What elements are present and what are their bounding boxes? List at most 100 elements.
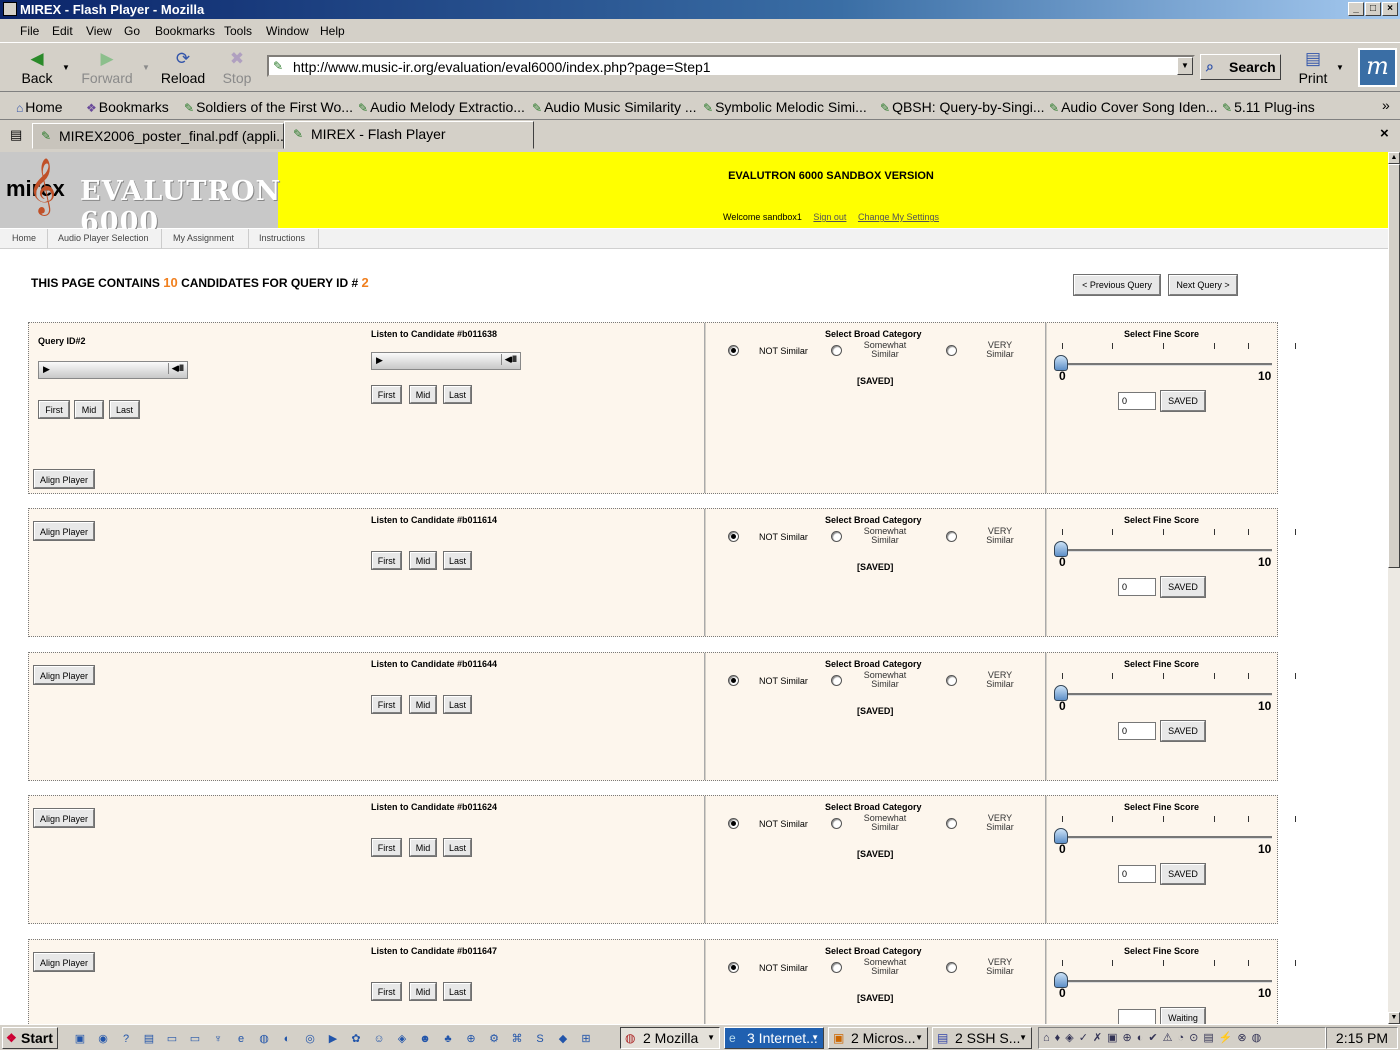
candidate-last-button[interactable]: Last bbox=[443, 695, 472, 714]
fine-score-slider[interactable]: 0 10 bbox=[1054, 529, 1296, 569]
quicklaunch-app2-icon[interactable]: ◐ bbox=[279, 1031, 295, 1047]
play-icon[interactable]: ▶ bbox=[43, 364, 50, 375]
url-input[interactable]: ✎ http://www.music-ir.org/evaluation/eva… bbox=[267, 55, 1195, 77]
menu-edit[interactable]: Edit bbox=[52, 24, 73, 38]
back-dropdown-icon[interactable]: ▼ bbox=[62, 63, 70, 72]
fine-score-input[interactable]: 0 bbox=[1118, 578, 1156, 596]
scroll-up-icon[interactable]: ▲ bbox=[1388, 152, 1400, 164]
candidate-mid-button[interactable]: Mid bbox=[409, 838, 437, 857]
next-query-button[interactable]: Next Query > bbox=[1168, 274, 1238, 296]
quicklaunch-app6-icon[interactable]: ☻ bbox=[417, 1031, 433, 1047]
fine-score-slider[interactable]: 0 10 bbox=[1054, 343, 1296, 383]
quicklaunch-folder-icon[interactable]: ▭ bbox=[164, 1031, 180, 1047]
candidate-first-button[interactable]: First bbox=[371, 551, 402, 570]
very-similar-radio[interactable] bbox=[946, 675, 957, 686]
align-player-button[interactable]: Align Player bbox=[33, 952, 95, 972]
quicklaunch-tool-icon[interactable]: ♆ bbox=[210, 1031, 226, 1047]
not-similar-radio[interactable] bbox=[728, 345, 739, 356]
volume-icon[interactable]: ◀ıllll bbox=[500, 354, 517, 365]
not-similar-radio[interactable] bbox=[728, 962, 739, 973]
bookmark-symbolic-melodic[interactable]: ✎ Symbolic Melodic Simi... bbox=[703, 99, 867, 115]
align-player-button[interactable]: Align Player bbox=[33, 665, 95, 685]
nav-audio-player-selection[interactable]: Audio Player Selection bbox=[58, 233, 149, 243]
menu-bookmarks[interactable]: Bookmarks bbox=[155, 24, 215, 38]
candidate-mid-button[interactable]: Mid bbox=[409, 695, 437, 714]
taskbar-ssh[interactable]: ▤ 2 SSH S... ▼ bbox=[932, 1027, 1032, 1049]
save-score-button[interactable]: SAVED bbox=[1160, 390, 1206, 412]
nav-instructions[interactable]: Instructions bbox=[259, 233, 305, 243]
candidate-last-button[interactable]: Last bbox=[443, 385, 472, 404]
candidate-mid-button[interactable]: Mid bbox=[409, 551, 437, 570]
fine-score-input[interactable]: 0 bbox=[1118, 392, 1156, 410]
maximize-button[interactable]: □ bbox=[1365, 2, 1381, 16]
quicklaunch-browser-icon[interactable]: ◍ bbox=[256, 1031, 272, 1047]
quicklaunch-media-icon[interactable]: ▶ bbox=[325, 1031, 341, 1047]
somewhat-similar-radio[interactable] bbox=[831, 675, 842, 686]
bookmarks-overflow-icon[interactable]: » bbox=[1382, 97, 1390, 113]
quicklaunch-app-icon[interactable]: ◉ bbox=[95, 1031, 111, 1047]
fine-score-slider[interactable]: 0 10 bbox=[1054, 673, 1296, 713]
scroll-thumb[interactable] bbox=[1388, 164, 1400, 568]
close-tab-icon[interactable]: × bbox=[1380, 125, 1389, 142]
taskbar-internet[interactable]: e 3 Internet... ▼ bbox=[724, 1027, 824, 1049]
quicklaunch-skype-icon[interactable]: S bbox=[532, 1031, 548, 1047]
very-similar-radio[interactable] bbox=[946, 531, 957, 542]
forward-button[interactable]: ▶ Forward bbox=[80, 47, 134, 89]
query-mid-button[interactable]: Mid bbox=[74, 400, 104, 419]
save-score-button[interactable]: SAVED bbox=[1160, 720, 1206, 742]
tab-flash-player[interactable]: ✎ MIREX - Flash Player bbox=[284, 121, 534, 149]
taskbar-microsoft[interactable]: ▣ 2 Micros... ▼ bbox=[828, 1027, 928, 1049]
site-logo[interactable]: mirex 𝄞 EVALUTRON 6000 bbox=[0, 152, 280, 238]
throbber-logo[interactable]: m bbox=[1358, 48, 1397, 87]
scroll-down-icon[interactable]: ▼ bbox=[1388, 1012, 1400, 1024]
align-player-button[interactable]: Align Player bbox=[33, 521, 95, 541]
align-player-button[interactable]: Align Player bbox=[33, 469, 95, 489]
bookmark-audio-music-similarity[interactable]: ✎ Audio Music Similarity ... bbox=[532, 99, 697, 115]
quicklaunch-app5-icon[interactable]: ◈ bbox=[394, 1031, 410, 1047]
very-similar-radio[interactable] bbox=[946, 818, 957, 829]
fine-score-input[interactable]: 0 bbox=[1118, 722, 1156, 740]
volume-icon[interactable]: ◀ıllll bbox=[167, 363, 184, 374]
somewhat-similar-radio[interactable] bbox=[831, 531, 842, 542]
candidate-audio-player[interactable]: ▶ ◀ıllll bbox=[371, 352, 521, 370]
quicklaunch-ie-icon[interactable]: e bbox=[233, 1031, 249, 1047]
menu-window[interactable]: Window bbox=[266, 24, 309, 38]
quicklaunch-help-icon[interactable]: ? bbox=[118, 1031, 134, 1047]
save-score-button[interactable]: SAVED bbox=[1160, 576, 1206, 598]
search-button[interactable]: ⌕ Search bbox=[1200, 54, 1281, 80]
bookmark-plugins[interactable]: ✎ 5.11 Plug-ins bbox=[1222, 99, 1315, 115]
somewhat-similar-radio[interactable] bbox=[831, 345, 842, 356]
previous-query-button[interactable]: < Previous Query bbox=[1073, 274, 1161, 296]
bookmark-bookmarks[interactable]: ❖ Bookmarks bbox=[86, 99, 169, 115]
page-scrollbar[interactable]: ▲ ▼ bbox=[1388, 152, 1400, 1024]
bookmark-qbsh[interactable]: ✎ QBSH: Query-by-Singi... bbox=[880, 99, 1045, 115]
somewhat-similar-radio[interactable] bbox=[831, 818, 842, 829]
candidate-first-button[interactable]: First bbox=[371, 385, 402, 404]
minimize-button[interactable]: _ bbox=[1348, 2, 1364, 16]
menu-tools[interactable]: Tools bbox=[224, 24, 252, 38]
quicklaunch-app11-icon[interactable]: ⊞ bbox=[578, 1031, 594, 1047]
not-similar-radio[interactable] bbox=[728, 531, 739, 542]
quicklaunch-desktop-icon[interactable]: ▣ bbox=[72, 1031, 88, 1047]
candidate-last-button[interactable]: Last bbox=[443, 838, 472, 857]
change-settings-link[interactable]: Change My Settings bbox=[858, 212, 939, 222]
quicklaunch-network-icon[interactable]: ⌘ bbox=[509, 1031, 525, 1047]
query-audio-player[interactable]: ▶ ◀ıllll bbox=[38, 361, 188, 379]
stop-button[interactable]: ✖ Stop bbox=[214, 47, 260, 89]
candidate-mid-button[interactable]: Mid bbox=[409, 982, 437, 1001]
not-similar-radio[interactable] bbox=[728, 818, 739, 829]
candidate-last-button[interactable]: Last bbox=[443, 982, 472, 1001]
quicklaunch-explorer-icon[interactable]: ▤ bbox=[141, 1031, 157, 1047]
align-player-button[interactable]: Align Player bbox=[33, 808, 95, 828]
fine-score-slider[interactable]: 0 10 bbox=[1054, 960, 1296, 1000]
forward-dropdown-icon[interactable]: ▼ bbox=[142, 63, 150, 72]
sign-out-link[interactable]: Sign out bbox=[813, 212, 846, 222]
print-dropdown-icon[interactable]: ▼ bbox=[1336, 63, 1344, 72]
taskbar-mozilla[interactable]: ◍ 2 Mozilla ▼ bbox=[620, 1027, 720, 1049]
bookmark-soldiers[interactable]: ✎ Soldiers of the First Wo... bbox=[184, 99, 353, 115]
menu-help[interactable]: Help bbox=[320, 24, 345, 38]
query-last-button[interactable]: Last bbox=[109, 400, 140, 419]
back-button[interactable]: ◀ Back bbox=[12, 47, 62, 89]
nav-home[interactable]: Home bbox=[12, 233, 36, 243]
not-similar-radio[interactable] bbox=[728, 675, 739, 686]
